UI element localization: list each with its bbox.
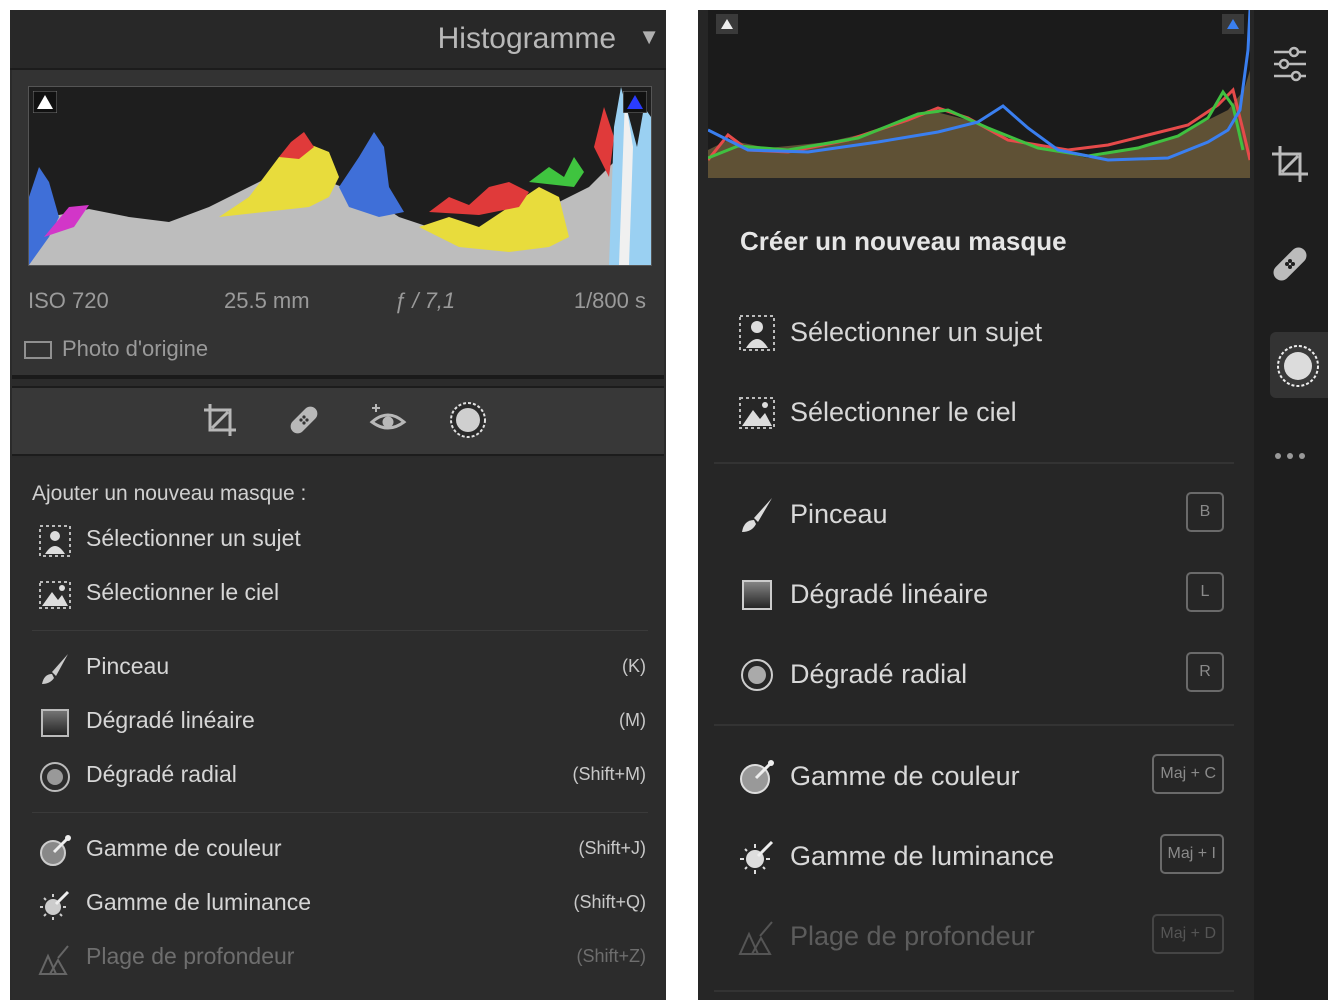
radial-gradient-icon	[738, 656, 776, 694]
radial-gradient-label: Dégradé radial	[790, 659, 968, 689]
divider	[32, 812, 648, 813]
brush-item[interactable]: Pinceau (K)	[32, 648, 648, 688]
radial-gradient-shortcut: (Shift+M)	[572, 764, 646, 784]
select-subject-icon	[738, 314, 776, 352]
panel-title: Créer un nouveau masque	[740, 226, 1067, 256]
histogram-header[interactable]: Histogramme ▼	[10, 10, 666, 70]
color-range-label: Gamme de couleur	[790, 761, 1020, 791]
linear-gradient-icon	[38, 706, 72, 740]
radial-gradient-item[interactable]: Dégradé radial R	[734, 646, 1224, 702]
brush-item[interactable]: Pinceau B	[734, 486, 1224, 542]
select-sky-item[interactable]: Sélectionner le ciel	[734, 384, 1224, 440]
select-subject-label: Sélectionner un sujet	[790, 317, 1043, 347]
color-range-label: Gamme de couleur	[86, 835, 282, 861]
brush-label: Pinceau	[790, 499, 888, 529]
tool-rail	[1254, 10, 1328, 1000]
divider	[714, 462, 1234, 464]
brush-shortcut-key: B	[1186, 492, 1224, 532]
select-sky-item[interactable]: Sélectionner le ciel	[32, 574, 648, 614]
original-photo-checkbox[interactable]	[24, 341, 52, 360]
depth-range-icon	[38, 942, 72, 976]
luminance-range-item[interactable]: Gamme de luminance (Shift+Q)	[32, 884, 648, 924]
sliders-icon[interactable]	[1266, 40, 1314, 88]
crop-icon[interactable]	[1266, 140, 1314, 188]
radial-gradient-icon	[38, 760, 72, 794]
color-range-item[interactable]: Gamme de couleur (Shift+J)	[32, 830, 648, 870]
select-sky-label: Sélectionner le ciel	[790, 397, 1017, 427]
histogram-panel: ISO 720 25.5 mm ƒ / 7,1 1/800 s Photo d'…	[12, 70, 664, 379]
histogram-title: Histogramme	[437, 22, 616, 55]
tool-strip	[12, 386, 664, 456]
select-sky-label: Sélectionner le ciel	[86, 579, 280, 605]
linear-gradient-shortcut: (M)	[619, 710, 646, 730]
color-range-icon	[38, 834, 72, 868]
healing-icon[interactable]	[284, 400, 324, 440]
linear-gradient-label: Dégradé linéaire	[790, 579, 989, 609]
highlight-clipping-button[interactable]	[622, 90, 648, 114]
radial-gradient-item[interactable]: Dégradé radial (Shift+M)	[32, 756, 648, 796]
linear-gradient-item[interactable]: Dégradé linéaire L	[734, 566, 1224, 622]
select-subject-label: Sélectionner un sujet	[86, 525, 301, 551]
divider	[32, 630, 648, 631]
crop-icon[interactable]	[200, 400, 240, 440]
divider	[714, 990, 1234, 992]
red-eye-icon[interactable]	[368, 400, 408, 440]
select-subject-item[interactable]: Sélectionner un sujet	[734, 304, 1224, 360]
select-sky-icon	[38, 578, 72, 612]
linear-gradient-icon	[738, 576, 776, 614]
linear-gradient-shortcut-key: L	[1186, 572, 1224, 612]
histogram-graph	[28, 86, 652, 266]
original-photo-label: Photo d'origine	[62, 336, 209, 361]
brush-icon	[38, 652, 72, 686]
luminance-range-icon	[38, 888, 72, 922]
depth-range-label: Plage de profondeur	[790, 921, 1035, 951]
exif-aperture: ƒ / 7,1	[394, 288, 456, 313]
more-icon[interactable]	[1266, 432, 1314, 480]
depth-range-item[interactable]: Plage de profondeur (Shift+Z)	[32, 938, 648, 978]
radial-gradient-shortcut-key: R	[1186, 652, 1224, 692]
luminance-range-icon	[738, 838, 776, 876]
highlight-clipping-button[interactable]	[1222, 14, 1244, 34]
depth-range-shortcut-key: Maj + D	[1152, 914, 1224, 954]
original-photo-toggle[interactable]: Photo d'origine	[24, 336, 208, 362]
healing-icon[interactable]	[1266, 240, 1314, 288]
shadow-clipping-button[interactable]	[32, 90, 58, 114]
brush-shortcut: (K)	[622, 656, 646, 676]
masking-icon[interactable]	[1274, 342, 1322, 390]
linear-gradient-label: Dégradé linéaire	[86, 707, 255, 733]
luminance-range-label: Gamme de luminance	[790, 841, 1055, 871]
exif-iso: ISO 720	[28, 288, 109, 313]
color-range-item[interactable]: Gamme de couleur Maj + C	[734, 748, 1224, 804]
exif-shutter: 1/800 s	[573, 288, 646, 313]
luminance-range-item[interactable]: Gamme de luminance Maj + I	[734, 828, 1224, 884]
divider	[714, 724, 1234, 726]
depth-range-label: Plage de profondeur	[86, 943, 295, 969]
linear-gradient-item[interactable]: Dégradé linéaire (M)	[32, 702, 648, 742]
add-mask-heading: Ajouter un nouveau masque :	[32, 482, 307, 505]
collapse-triangle-icon[interactable]: ▼	[638, 24, 660, 50]
select-sky-icon	[738, 394, 776, 432]
luminance-range-shortcut: (Shift+Q)	[573, 892, 646, 912]
shadow-clipping-button[interactable]	[716, 14, 738, 34]
radial-gradient-label: Dégradé radial	[86, 761, 237, 787]
exif-focal-length: 25.5 mm	[224, 288, 310, 313]
color-range-shortcut-key: Maj + C	[1152, 754, 1224, 794]
brush-label: Pinceau	[86, 653, 170, 679]
lightroom-classic-panel: Histogramme ▼ ISO 720 25.5 mm ƒ / 7,1 1/…	[10, 10, 666, 1000]
color-range-icon	[738, 758, 776, 796]
depth-range-shortcut: (Shift+Z)	[576, 946, 646, 966]
masking-icon[interactable]	[448, 400, 488, 440]
add-mask-panel: Ajouter un nouveau masque : Sélectionner…	[12, 458, 664, 1000]
select-subject-item[interactable]: Sélectionner un sujet	[32, 520, 648, 560]
depth-range-item[interactable]: Plage de profondeur Maj + D	[734, 908, 1224, 964]
color-range-shortcut: (Shift+J)	[578, 838, 646, 858]
depth-range-icon	[738, 918, 776, 956]
luminance-range-label: Gamme de luminance	[86, 889, 311, 915]
histogram-graph	[708, 10, 1250, 178]
create-mask-panel: Créer un nouveau masque Sélectionner un …	[708, 178, 1250, 1000]
select-subject-icon	[38, 524, 72, 558]
luminance-range-shortcut-key: Maj + I	[1159, 834, 1224, 874]
brush-icon	[738, 496, 776, 534]
lightroom-panel: Créer un nouveau masque Sélectionner un …	[698, 10, 1328, 1000]
